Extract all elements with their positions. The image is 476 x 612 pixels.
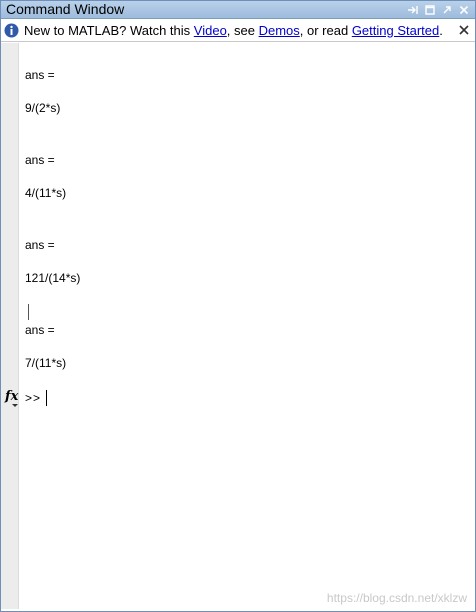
info-bar: New to MATLAB? Watch this Video, see Dem… [1, 20, 475, 42]
maximize-icon[interactable] [423, 3, 437, 17]
output-value: 9/(2*s) [25, 101, 61, 115]
info-sep-1: , see [226, 23, 259, 38]
output-label: ans = [25, 153, 55, 167]
undock-icon[interactable] [406, 3, 420, 17]
console-area[interactable]: ans = 9/(2*s) ans = 4/(11*s) ans = 121/(… [1, 43, 475, 609]
output-value: 7/(11*s) [25, 356, 67, 370]
command-input[interactable] [45, 390, 465, 406]
watermark: https://blog.csdn.net/xklzw [326, 591, 467, 605]
info-suffix: . [439, 23, 443, 38]
info-sep-2: , or read [299, 23, 352, 38]
info-close-icon[interactable] [457, 23, 471, 37]
window-controls [406, 3, 471, 17]
command-window: Command Window New to MATLAB? Watch this… [0, 0, 476, 612]
output-label: ans = [25, 238, 55, 252]
output-label: ans = [25, 68, 55, 82]
stray-cursor [28, 304, 29, 320]
video-link[interactable]: Video [194, 23, 227, 38]
info-message: New to MATLAB? Watch this Video, see Dem… [24, 23, 443, 39]
info-prefix: New to MATLAB? Watch this [24, 23, 194, 38]
info-icon [4, 23, 19, 38]
console-gutter [1, 43, 19, 609]
window-title: Command Window [6, 1, 125, 17]
text-caret [46, 390, 47, 406]
output-value: 121/(14*s) [25, 271, 81, 285]
close-icon[interactable] [457, 3, 471, 17]
console-output: ans = 9/(2*s) ans = 4/(11*s) ans = 121/(… [25, 43, 475, 609]
output-label: ans = [25, 323, 55, 337]
command-prompt: >> [25, 391, 42, 405]
demos-link[interactable]: Demos [259, 23, 300, 38]
function-browser-icon[interactable]: fx [5, 389, 18, 405]
title-bar[interactable]: Command Window [1, 1, 475, 19]
getting-started-link[interactable]: Getting Started [352, 23, 439, 38]
output-value: 4/(11*s) [25, 186, 67, 200]
arrow-icon[interactable] [440, 3, 454, 17]
function-browser-dropdown-icon[interactable] [12, 404, 18, 407]
